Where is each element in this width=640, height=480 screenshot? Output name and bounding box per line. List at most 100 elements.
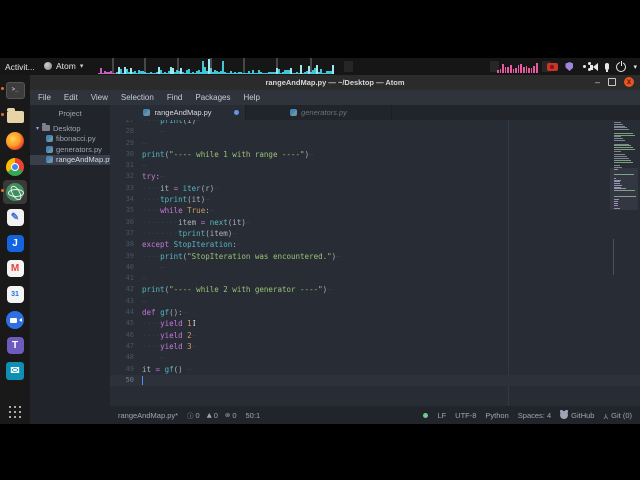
indent-setting[interactable]: Spaces: 4	[518, 411, 551, 420]
terminal-icon[interactable]	[1, 78, 27, 102]
linter-diagnostics[interactable]: ⓘ 0 ▲ 0 ⊗ 0	[187, 410, 237, 421]
code-line-36[interactable]: 36 ········item = next(it)–	[110, 217, 640, 228]
audio-waveform-pink	[497, 60, 541, 73]
tab-rangeAndMap.py[interactable]: rangeAndMap.py	[110, 105, 246, 120]
status-filename[interactable]: rangeAndMap.py*	[118, 411, 178, 420]
encoding[interactable]: UTF-8	[455, 411, 476, 420]
code-line-30[interactable]: 30 print("---- while 1 with range ----")–	[110, 149, 640, 160]
tree-folder-desktop[interactable]: ▾ Desktop	[30, 123, 110, 134]
app-menu-label: Atom	[56, 61, 76, 71]
minimize-button[interactable]: –	[595, 77, 600, 87]
dock: ✎JM31 T✉	[0, 75, 30, 424]
code-line-50[interactable]: 50	[110, 374, 640, 387]
minimap[interactable]	[610, 122, 638, 406]
app-grid-icon[interactable]	[3, 399, 27, 423]
atom-window: rangeAndMap.py — ~/Desktop — Atom – x Fi…	[30, 75, 640, 424]
modified-indicator[interactable]	[234, 110, 239, 115]
atom-icon[interactable]	[1, 180, 27, 204]
linter-status-icon[interactable]	[423, 412, 429, 418]
git-branch-icon: Y	[603, 411, 609, 419]
code-line-33[interactable]: 33 ····it = iter(r)–	[110, 183, 640, 194]
menu-selection[interactable]: Selection	[121, 93, 154, 102]
code-line-40[interactable]: 40 –	[110, 262, 640, 273]
minimap-viewport[interactable]	[610, 168, 638, 210]
text-editor-icon[interactable]: ✎	[3, 206, 27, 230]
code-line-41[interactable]: 41–	[110, 273, 640, 284]
audio-waveform	[98, 58, 344, 74]
activities-button[interactable]: Activit...	[5, 62, 35, 72]
warning-icon[interactable]: ▲ 0	[207, 410, 218, 420]
app-menu[interactable]: Atom ▾	[44, 61, 83, 71]
code-line-47[interactable]: 47 ····yield 3–	[110, 341, 640, 352]
screen-record-icon[interactable]	[547, 62, 559, 71]
title-bar[interactable]: rangeAndMap.py — ~/Desktop — Atom – x	[30, 75, 640, 90]
menu-edit[interactable]: Edit	[64, 93, 78, 102]
code-line-48[interactable]: 48 –	[110, 352, 640, 363]
code-line-32[interactable]: 32 try:–	[110, 171, 640, 182]
code-editor[interactable]: 27 ····print(i)– 28 –29–30 print("---- whil…	[110, 120, 640, 406]
gmail-icon[interactable]: M	[3, 257, 27, 281]
code-line-34[interactable]: 34 ····tprint(it)–	[110, 194, 640, 205]
files-icon[interactable]	[1, 104, 27, 128]
code-line-45[interactable]: 45 ····yield 1I	[110, 318, 640, 329]
chrome-icon[interactable]	[3, 155, 27, 179]
info-icon[interactable]: ⓘ 0	[187, 410, 200, 421]
menu-view[interactable]: View	[91, 93, 108, 102]
code-line-39[interactable]: 39 ····print("StopIteration was encounter…	[110, 251, 640, 262]
tree-file-generators.py[interactable]: generators.py	[30, 144, 110, 155]
code-line-38[interactable]: 38 except StopIteration:–	[110, 239, 640, 250]
network-share-icon[interactable]	[583, 65, 587, 68]
teams-icon[interactable]: T	[3, 333, 27, 357]
menu-find[interactable]: Find	[167, 93, 183, 102]
file-label: fibonacci.py	[56, 134, 96, 144]
firefox-icon[interactable]	[3, 129, 27, 153]
line-ending[interactable]: LF	[437, 411, 446, 420]
code-line-44[interactable]: 44 def gf():–	[110, 307, 640, 318]
app-menu-icon	[44, 62, 52, 70]
power-icon[interactable]	[616, 60, 627, 72]
code-line-43[interactable]: 43–	[110, 296, 640, 307]
window-controls: – x	[595, 77, 634, 87]
file-label: rangeAndMap.py	[56, 155, 110, 165]
calendar-icon[interactable]: 31	[3, 282, 27, 306]
python-file-icon	[46, 145, 53, 153]
chevron-down-icon[interactable]: ▾	[633, 63, 637, 71]
maximize-button[interactable]	[608, 78, 616, 86]
code-line-46[interactable]: 46 ····yield 2–	[110, 330, 640, 341]
code-line-28[interactable]: 28 –	[110, 126, 640, 137]
joplin-icon[interactable]: J	[3, 231, 27, 255]
running-indicator	[1, 87, 4, 90]
cursor-position[interactable]: 50:1	[246, 411, 261, 420]
meet-icon[interactable]	[3, 308, 27, 332]
code-line-42[interactable]: 42 print("---- while 2 with generator ---…	[110, 284, 640, 295]
timeline-chip	[344, 61, 353, 72]
code-line-31[interactable]: 31–	[110, 160, 640, 171]
mail-icon[interactable]: ✉	[3, 359, 27, 383]
tree-file-rangeAndMap.py[interactable]: rangeAndMap.py	[30, 154, 110, 165]
tab-label: rangeAndMap.py	[154, 108, 212, 117]
code-line-35[interactable]: 35 ····while True:–	[110, 205, 640, 216]
code-line-29[interactable]: 29–	[110, 138, 640, 149]
chevron-down-icon: ▾	[79, 63, 84, 70]
error-icon[interactable]: ⊗ 0	[225, 410, 237, 420]
github-status[interactable]: GitHub	[560, 410, 594, 420]
chevron-down-icon: ▾	[36, 125, 40, 132]
git-status[interactable]: Y Git (0)	[603, 411, 632, 420]
python-file-icon	[46, 156, 53, 164]
code-line-37[interactable]: 37 ········tprint(item)–	[110, 228, 640, 239]
tree-file-fibonacci.py[interactable]: fibonacci.py	[30, 134, 110, 145]
code-line-49[interactable]: 49 it = gf() –	[110, 364, 640, 375]
system-tray[interactable]: ▾	[547, 58, 637, 75]
menu-help[interactable]: Help	[244, 93, 260, 102]
screen: Activit... Atom ▾ ▾ ✎JM31 T✉ rangeAndMap.…	[0, 0, 640, 480]
menu-packages[interactable]: Packages	[195, 93, 230, 102]
tab-bar: rangeAndMap.py generators.py	[110, 105, 640, 120]
tab-generators.py[interactable]: generators.py	[246, 105, 392, 120]
volume-icon[interactable]	[590, 62, 599, 71]
shield-icon[interactable]	[565, 62, 574, 71]
microphone-icon[interactable]	[605, 63, 610, 72]
grammar[interactable]: Python	[485, 411, 508, 420]
close-button[interactable]: x	[624, 77, 634, 87]
scrollbar[interactable]	[613, 239, 614, 275]
menu-file[interactable]: File	[38, 93, 51, 102]
